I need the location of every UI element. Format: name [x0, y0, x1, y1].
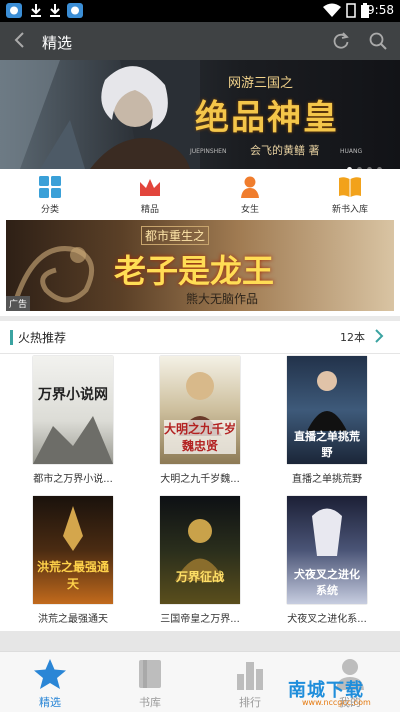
- section-accent-bar: [10, 330, 13, 345]
- book-cover: 直播之单挑荒野: [287, 356, 367, 464]
- app-notification-icon: [67, 3, 83, 18]
- banner-series: 网游三国之: [228, 76, 294, 91]
- banner-author: 会飞的黄鳝 著: [250, 144, 320, 157]
- section-count: 12本: [340, 331, 365, 344]
- section-divider: [0, 631, 400, 651]
- book-card[interactable]: 直播之单挑荒野 直播之单挑荒野: [260, 356, 380, 486]
- chevron-right-icon[interactable]: [372, 327, 386, 345]
- book-cover: 万界征战: [160, 496, 240, 604]
- banner-character-art: [0, 60, 200, 169]
- clock: 9:58: [367, 3, 394, 17]
- bookshelf-icon: [139, 660, 161, 688]
- search-icon[interactable]: [368, 31, 388, 51]
- ad-title: 老子是龙王: [114, 252, 275, 290]
- category-label: 精品: [140, 205, 159, 215]
- section-header[interactable]: 火热推荐 12本: [0, 321, 400, 354]
- book-title: 洪荒之最强通天: [38, 614, 108, 625]
- app-notification-icon: [6, 3, 22, 18]
- book-card[interactable]: 万界小说网 都市之万界小说...: [6, 356, 126, 486]
- cover-art: [175, 519, 225, 581]
- sim-icon: [346, 3, 356, 18]
- tab-label: 精选: [39, 696, 61, 709]
- back-arrow-icon[interactable]: [10, 30, 30, 50]
- cover-text: 洪荒之最强通天: [37, 560, 110, 591]
- tab-label: 排行: [239, 696, 261, 709]
- book-card[interactable]: 洪荒之最强通天 洪荒之最强通天: [6, 496, 126, 626]
- category-row: 分类 精品 女生 新书入库: [0, 169, 400, 216]
- ad-container: 都市重生之 老子是龙王 熊大无脑作品 广告: [0, 216, 400, 316]
- book-card[interactable]: 大明之九千岁魏忠贤 大明之九千岁魏...: [133, 356, 253, 486]
- book-card[interactable]: 万界征战 三国帝皇之万界...: [133, 496, 253, 626]
- category-female[interactable]: 女生: [200, 169, 300, 216]
- book-title: 大明之九千岁魏...: [160, 474, 240, 485]
- download-icon: [31, 4, 41, 17]
- cover-text: 万界征战: [175, 570, 224, 584]
- cover-art: [33, 416, 113, 464]
- cover-text: 万界小说网: [38, 387, 108, 403]
- female-icon: [241, 176, 259, 198]
- section-title: 火热推荐: [18, 331, 67, 345]
- banner-page-indicator: [342, 157, 382, 169]
- site-watermark: 南城下载 www.nccgcc.com: [288, 676, 396, 710]
- ad-label: 广告: [6, 296, 31, 311]
- book-title: 犬夜叉之进化系...: [287, 614, 367, 625]
- tab-label: 书库: [139, 696, 161, 709]
- book-title: 都市之万界小说...: [33, 474, 113, 485]
- book-icon: [339, 177, 361, 197]
- tab-featured[interactable]: 精选: [0, 652, 100, 712]
- crown-icon: [140, 179, 160, 196]
- star-icon: [34, 659, 66, 689]
- ad-author: 熊大无脑作品: [186, 292, 259, 306]
- book-title: 三国帝皇之万界...: [160, 614, 240, 625]
- category-classify[interactable]: 分类: [0, 169, 100, 216]
- banner-title: 绝品神皇: [195, 98, 339, 138]
- book-cover: 洪荒之最强通天: [33, 496, 113, 604]
- page-title: 精选: [42, 34, 73, 52]
- refresh-icon[interactable]: [331, 31, 351, 51]
- category-new-books[interactable]: 新书入库: [300, 169, 400, 216]
- banner-pinyin-left: JUEPINSHEN: [190, 148, 227, 155]
- bar-chart-icon: [237, 662, 263, 690]
- app-bar: 精选: [0, 22, 400, 60]
- category-label: 女生: [240, 205, 259, 215]
- cover-text: 直播之单挑荒野: [294, 430, 360, 459]
- category-premium[interactable]: 精品: [100, 169, 200, 216]
- watermark-url: www.nccgcc.com: [302, 698, 371, 707]
- status-bar: 9:58: [0, 0, 400, 22]
- book-title: 直播之单挑荒野: [292, 474, 362, 485]
- hot-recommend-section: 火热推荐 12本 万界小说网 都市之万界小说... 大明之九千岁魏忠贤 大明之九…: [0, 321, 400, 631]
- ad-subtitle: 都市重生之: [141, 226, 210, 245]
- featured-banner[interactable]: 网游三国之 绝品神皇 JUEPINSHEN 会飞的黄鳝 著 HUANG: [0, 60, 400, 169]
- wifi-icon: [323, 3, 341, 17]
- banner-pinyin-right: HUANG: [340, 148, 363, 155]
- cover-text: 犬夜叉之进化系统: [294, 568, 360, 597]
- book-cover: 大明之九千岁魏忠贤: [160, 356, 240, 464]
- book-cover: 万界小说网: [33, 356, 113, 464]
- ad-banner[interactable]: 都市重生之 老子是龙王 熊大无脑作品 广告: [6, 220, 394, 311]
- tab-library[interactable]: 书库: [100, 652, 200, 712]
- download-icon: [50, 4, 60, 17]
- cover-text: 大明之九千岁魏忠贤: [164, 420, 237, 454]
- book-card[interactable]: 犬夜叉之进化系统 犬夜叉之进化系...: [260, 496, 380, 626]
- category-label: 新书入库: [331, 205, 368, 215]
- book-cover: 犬夜叉之进化系统: [287, 496, 367, 604]
- category-label: 分类: [40, 205, 59, 215]
- tab-ranking[interactable]: 排行: [200, 652, 300, 712]
- grid-icon: [39, 176, 61, 198]
